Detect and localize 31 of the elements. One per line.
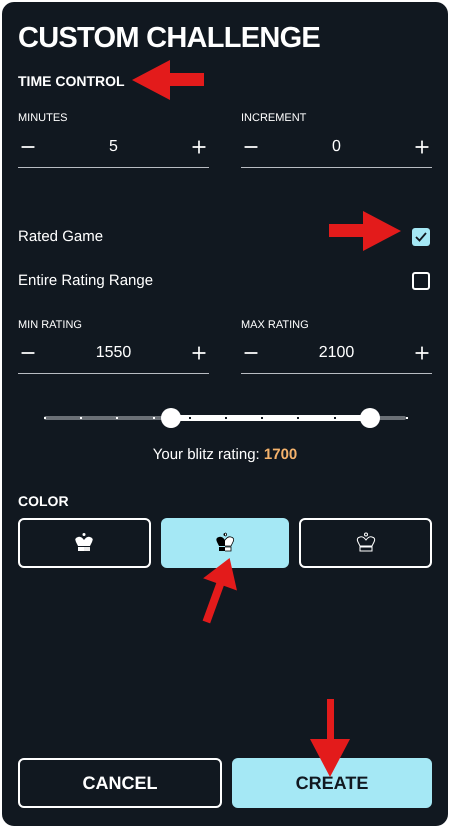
stepper-value: 0 bbox=[332, 136, 341, 156]
cancel-button[interactable]: CANCEL bbox=[18, 758, 222, 808]
option-label: Entire Rating Range bbox=[18, 271, 154, 291]
stepper-value: 1550 bbox=[96, 343, 132, 363]
stepper-label: MIN RATING bbox=[18, 318, 83, 332]
rating-range-slider[interactable] bbox=[44, 408, 406, 428]
slider-thumb[interactable] bbox=[360, 408, 380, 428]
dialog-title: CUSTOM CHALLENGE bbox=[18, 24, 322, 53]
color-option[interactable] bbox=[160, 518, 290, 568]
number-stepper[interactable]: 2100 bbox=[241, 341, 432, 374]
annotation-arrow bbox=[329, 211, 401, 251]
slider-thumb[interactable] bbox=[160, 408, 181, 428]
stepper-label: MINUTES bbox=[18, 111, 68, 126]
stepper-value: 5 bbox=[109, 136, 118, 156]
section-heading: COLOR bbox=[18, 492, 69, 510]
stepper-label: INCREMENT bbox=[241, 111, 308, 126]
stepper-value: 2100 bbox=[318, 343, 354, 363]
check-icon bbox=[415, 232, 427, 242]
checkbox[interactable] bbox=[412, 228, 430, 246]
number-stepper[interactable]: 5 bbox=[18, 134, 209, 168]
color-option[interactable] bbox=[18, 518, 151, 568]
section-heading: TIME CONTROL bbox=[18, 72, 125, 91]
checkbox[interactable] bbox=[412, 272, 430, 290]
annotation-arrow bbox=[132, 60, 204, 100]
number-stepper[interactable]: 0 bbox=[241, 134, 432, 168]
create-button[interactable]: CREATE bbox=[232, 758, 432, 808]
number-stepper[interactable]: 1550 bbox=[18, 341, 209, 374]
blitz-rating-text: Your blitz rating: 1700 bbox=[152, 445, 298, 465]
stepper-label: MAX RATING bbox=[241, 318, 310, 332]
color-option[interactable] bbox=[299, 518, 432, 568]
option-label: Rated Game bbox=[18, 226, 104, 246]
